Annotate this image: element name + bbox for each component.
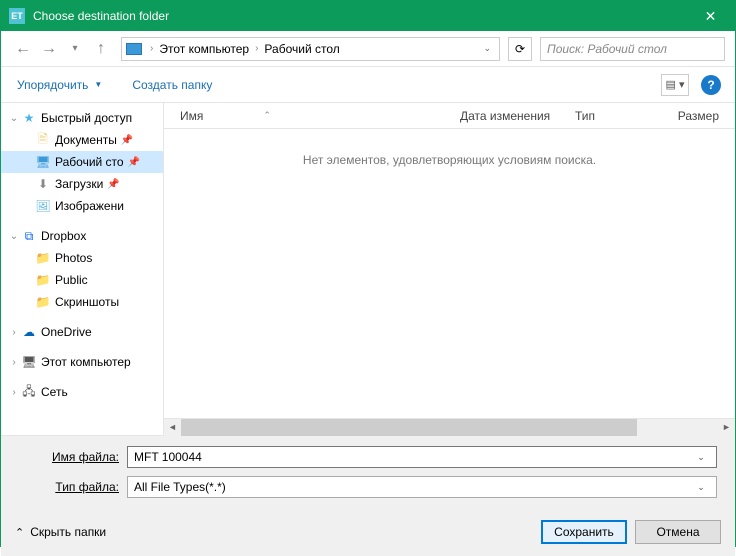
- breadcrumb-dropdown[interactable]: ⌄: [479, 43, 495, 54]
- window-title: Choose destination folder: [33, 9, 688, 23]
- navbar: ← → ▾ ↑ › Этот компьютер › Рабочий стол …: [1, 31, 735, 67]
- tree-documents[interactable]: 🖹 Документы 📌: [1, 129, 163, 151]
- tree-downloads[interactable]: ⬇ Загрузки 📌: [1, 173, 163, 195]
- filename-label: Имя файла:: [19, 450, 127, 464]
- folder-icon: 📁: [35, 294, 51, 310]
- hide-folders-button[interactable]: ⌃ Скрыть папки: [15, 525, 106, 539]
- tree-label: Этот компьютер: [41, 355, 131, 369]
- images-icon: 🖼: [35, 198, 51, 214]
- collapse-icon[interactable]: ⌄: [7, 231, 21, 242]
- star-icon: ★: [21, 110, 37, 126]
- tree-label: Сеть: [41, 385, 68, 399]
- tree-this-pc[interactable]: › 🖥 Этот компьютер: [1, 351, 163, 373]
- tree-screenshots[interactable]: 📁 Скриншоты: [1, 291, 163, 313]
- dropbox-icon: ⧉: [21, 228, 37, 244]
- tree-label: Dropbox: [41, 229, 86, 243]
- expand-icon[interactable]: ›: [7, 327, 21, 338]
- sidebar: ⌄ ★ Быстрый доступ 🖹 Документы 📌 🖥 Рабоч…: [1, 103, 164, 435]
- tree-label: Photos: [55, 251, 92, 265]
- column-name[interactable]: Имя ⌃: [180, 109, 460, 123]
- organize-button[interactable]: Упорядочить: [15, 74, 90, 96]
- folder-icon: 📁: [35, 250, 51, 266]
- tree-onedrive[interactable]: › ☁ OneDrive: [1, 321, 163, 343]
- save-button[interactable]: Сохранить: [541, 520, 627, 544]
- tree-label: Загрузки: [55, 177, 103, 191]
- tree-label: Рабочий сто: [55, 155, 124, 169]
- up-button[interactable]: ↑: [89, 37, 113, 61]
- onedrive-icon: ☁: [21, 324, 37, 340]
- scroll-track[interactable]: [181, 419, 718, 436]
- tree-label: Изображени: [55, 199, 124, 213]
- chevron-up-icon: ⌃: [15, 526, 24, 539]
- filetype-select[interactable]: All File Types(*.*) ⌄: [127, 476, 717, 498]
- chevron-right-icon: ›: [251, 43, 262, 54]
- forward-button: →: [37, 37, 61, 61]
- chevron-right-icon: ›: [146, 43, 157, 54]
- tree-label: Public: [55, 273, 88, 287]
- new-folder-button[interactable]: Создать папку: [130, 74, 214, 96]
- breadcrumb-item-pc[interactable]: Этот компьютер: [157, 42, 251, 56]
- breadcrumb-item-desktop[interactable]: Рабочий стол: [262, 42, 341, 56]
- main-area: ⌄ ★ Быстрый доступ 🖹 Документы 📌 🖥 Рабоч…: [1, 103, 735, 435]
- downloads-icon: ⬇: [35, 176, 51, 192]
- desktop-icon: 🖥: [35, 154, 51, 170]
- column-type[interactable]: Тип: [575, 109, 665, 123]
- tree-quick-access[interactable]: ⌄ ★ Быстрый доступ: [1, 107, 163, 129]
- filetype-dropdown-icon[interactable]: ⌄: [692, 482, 710, 493]
- tree-desktop[interactable]: 🖥 Рабочий сто 📌: [1, 151, 163, 173]
- horizontal-scrollbar[interactable]: ◄ ►: [164, 418, 735, 435]
- scroll-thumb[interactable]: [181, 419, 637, 436]
- filename-input[interactable]: MFT 100044 ⌄: [127, 446, 717, 468]
- organize-dropdown-icon[interactable]: ▼: [90, 80, 106, 89]
- recent-dropdown[interactable]: ▾: [63, 37, 87, 61]
- pc-icon: [126, 43, 142, 55]
- expand-icon[interactable]: ›: [7, 387, 21, 398]
- tree-network[interactable]: › 🖧 Сеть: [1, 381, 163, 403]
- filetype-label: Тип файла:: [19, 480, 127, 494]
- folder-icon: 🖹: [35, 132, 51, 148]
- help-button[interactable]: ?: [701, 75, 721, 95]
- scroll-left-icon[interactable]: ◄: [164, 419, 181, 436]
- collapse-icon[interactable]: ⌄: [7, 113, 21, 124]
- network-icon: 🖧: [21, 384, 37, 400]
- tree-label: OneDrive: [41, 325, 92, 339]
- column-date[interactable]: Дата изменения: [460, 109, 575, 123]
- toolbar: Упорядочить ▼ Создать папку ▤ ▾ ?: [1, 67, 735, 103]
- tree-images[interactable]: 🖼 Изображени: [1, 195, 163, 217]
- content-pane: Имя ⌃ Дата изменения Тип Размер Нет элем…: [164, 103, 735, 435]
- cancel-button[interactable]: Отмена: [635, 520, 721, 544]
- column-size[interactable]: Размер: [665, 109, 735, 123]
- back-button[interactable]: ←: [11, 37, 35, 61]
- breadcrumb[interactable]: › Этот компьютер › Рабочий стол ⌄: [121, 37, 500, 61]
- tree-dropbox[interactable]: ⌄ ⧉ Dropbox: [1, 225, 163, 247]
- sort-indicator-icon: ⌃: [263, 110, 271, 121]
- empty-message: Нет элементов, удовлетворяющих условиям …: [164, 129, 735, 167]
- footer: ⌃ Скрыть папки Сохранить Отмена: [1, 512, 735, 556]
- column-headers: Имя ⌃ Дата изменения Тип Размер: [164, 103, 735, 129]
- close-button[interactable]: ✕: [688, 1, 733, 31]
- folder-icon: 📁: [35, 272, 51, 288]
- pin-icon: 📌: [121, 135, 133, 146]
- file-fields: Имя файла: MFT 100044 ⌄ Тип файла: All F…: [1, 435, 735, 512]
- tree-label: Документы: [55, 133, 117, 147]
- expand-icon[interactable]: ›: [7, 357, 21, 368]
- app-icon: ET: [9, 8, 25, 24]
- pin-icon: 📌: [107, 179, 119, 190]
- tree-label: Быстрый доступ: [41, 111, 132, 125]
- scroll-right-icon[interactable]: ►: [718, 419, 735, 436]
- pin-icon: 📌: [128, 157, 140, 168]
- tree-label: Скриншоты: [55, 295, 119, 309]
- titlebar: ET Choose destination folder ✕: [1, 1, 735, 31]
- refresh-button[interactable]: ⟳: [508, 37, 532, 61]
- tree-photos[interactable]: 📁 Photos: [1, 247, 163, 269]
- pc-icon: 🖥: [21, 354, 37, 370]
- tree-public[interactable]: 📁 Public: [1, 269, 163, 291]
- filename-dropdown-icon[interactable]: ⌄: [692, 452, 710, 463]
- search-input[interactable]: Поиск: Рабочий стол: [540, 37, 725, 61]
- view-options-button[interactable]: ▤ ▾: [661, 74, 689, 96]
